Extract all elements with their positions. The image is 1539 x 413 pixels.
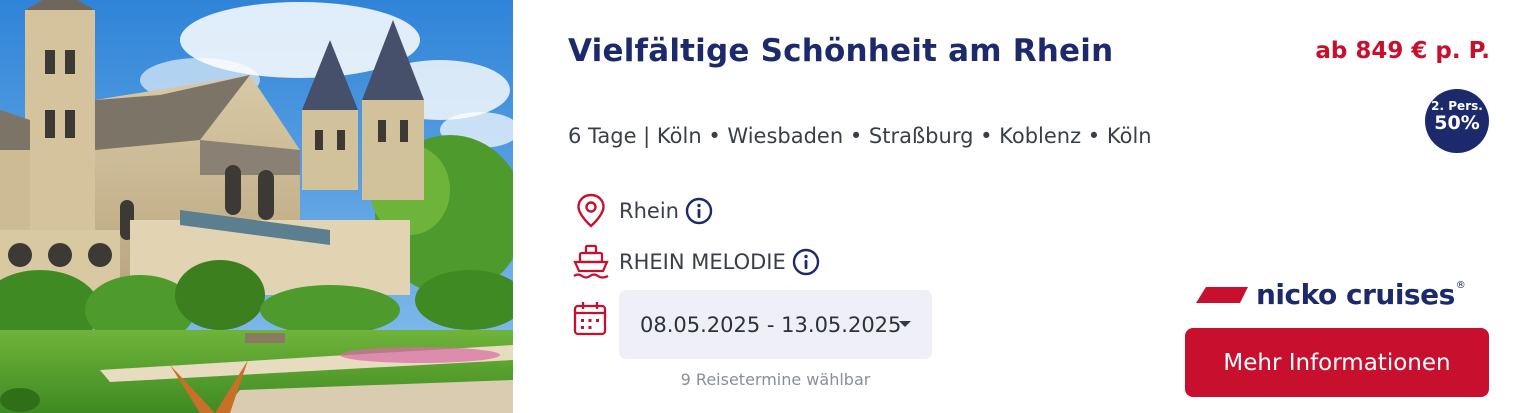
- brand-registered-mark: ®: [1455, 280, 1466, 291]
- offer-photo[interactable]: [0, 0, 513, 413]
- ship-name: RHEIN MELODIE: [619, 250, 786, 274]
- ship-icon: [572, 243, 610, 281]
- more-info-button[interactable]: Mehr Informationen: [1185, 328, 1489, 397]
- nicko-cruises-logo: nicko cruises ®: [1196, 278, 1466, 311]
- river-row: Rhein: [572, 192, 713, 230]
- available-dates-note: 9 Reisetermine wählbar: [680, 370, 871, 389]
- caret-down-icon: [899, 321, 911, 327]
- cruise-offer-card: Vielfältige Schönheit am Rhein ab 849 € …: [0, 0, 1539, 413]
- route-summary: 6 Tage | Köln • Wiesbaden • Straßburg • …: [568, 124, 1152, 148]
- info-icon[interactable]: [685, 197, 713, 225]
- offer-title[interactable]: Vielfältige Schönheit am Rhein: [568, 33, 1113, 69]
- ship-row: RHEIN MELODIE: [572, 243, 820, 281]
- badge-value: 50%: [1434, 112, 1480, 134]
- info-icon[interactable]: [792, 248, 820, 276]
- travel-date-dropdown[interactable]: 08.05.2025 - 13.05.2025: [619, 290, 932, 359]
- calendar-icon: [572, 300, 608, 342]
- brand-swoosh-icon: [1196, 286, 1248, 303]
- brand-name: nicko cruises: [1256, 278, 1455, 311]
- church-garden-image: [0, 0, 513, 413]
- badge-label: 2. Pers.: [1431, 99, 1483, 113]
- discount-badge: 2. Pers. 50%: [1425, 89, 1489, 153]
- river-name: Rhein: [619, 199, 679, 223]
- offer-price: ab 849 € p. P.: [1315, 38, 1490, 64]
- map-pin-icon: [572, 192, 610, 230]
- selected-date-range: 08.05.2025 - 13.05.2025: [640, 312, 902, 337]
